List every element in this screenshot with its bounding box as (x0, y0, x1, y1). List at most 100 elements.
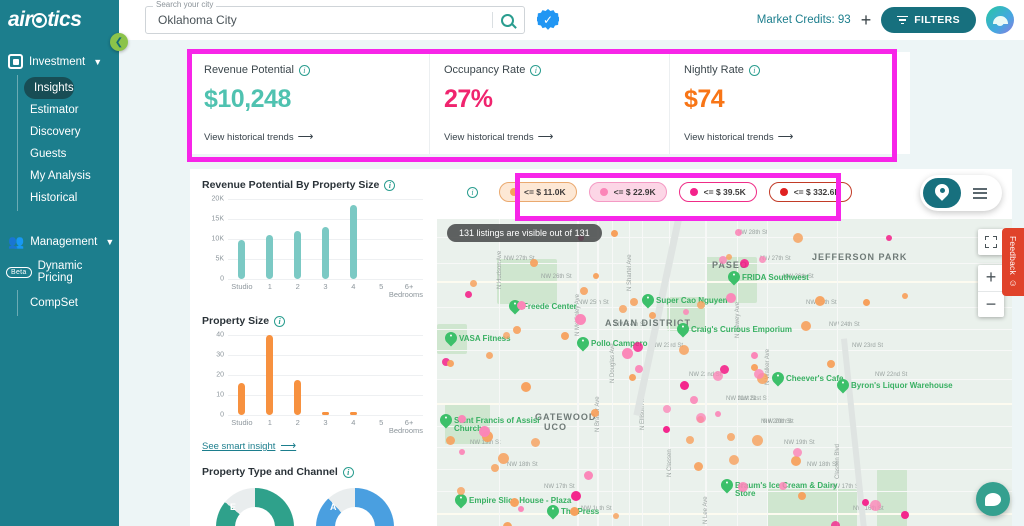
info-icon[interactable]: i (748, 64, 760, 76)
map-listing-dot[interactable] (583, 470, 593, 480)
map-listing-dot[interactable] (612, 512, 619, 519)
avatar[interactable] (986, 6, 1014, 34)
info-icon[interactable]: i (274, 315, 286, 327)
map-poi-label[interactable]: Freede Center (523, 302, 577, 311)
kpi-card-revenue-potential[interactable]: Revenue Potential i $10,248 View histori… (190, 52, 430, 154)
map-poi-label[interactable]: Saint Francis of Assisi Church (454, 416, 559, 434)
map-poi-label[interactable]: Super Cao Nguyen (656, 296, 728, 305)
map-listing-dot[interactable] (464, 291, 472, 298)
plus-icon[interactable]: + (861, 11, 872, 29)
map-poi-label[interactable]: Byron's Liquor Warehouse (851, 381, 953, 390)
donut-property-type[interactable]: E (216, 488, 294, 526)
kpi-historical-trends-link[interactable]: View historical trends ⟶ (684, 132, 793, 144)
map-listing-dot[interactable] (611, 229, 619, 237)
kpi-historical-trends-link[interactable]: View historical trends ⟶ (204, 132, 313, 144)
info-icon[interactable]: i (530, 64, 542, 76)
map-listing-dot[interactable] (590, 408, 599, 417)
list-view-button[interactable] (961, 178, 999, 208)
map-listing-dot[interactable] (458, 449, 465, 456)
map-listing-dot[interactable] (469, 280, 477, 288)
search-input[interactable] (156, 12, 492, 28)
map-poi-pin[interactable]: • (509, 300, 521, 315)
map-poi-pin[interactable]: • (677, 323, 689, 338)
map-listing-dot[interactable] (792, 447, 802, 457)
chart-bar[interactable] (238, 383, 246, 415)
map-listing-dot[interactable] (531, 437, 541, 447)
app-logo[interactable]: air tics (0, 0, 119, 40)
sidebar-collapse-button[interactable]: ❮ (110, 33, 128, 51)
map-poi-pin[interactable]: • (455, 494, 467, 509)
map-poi-label[interactable]: Cheever's Cafe (786, 374, 844, 383)
info-icon[interactable]: i (342, 466, 354, 478)
map-canvas[interactable]: NW 28th StNW 28th StNW 27th StNW 27th St… (437, 219, 1012, 526)
sidebar-item-my-analysis[interactable]: My Analysis (18, 165, 119, 187)
info-icon[interactable]: i (298, 64, 310, 76)
map-listing-dot[interactable] (682, 308, 689, 315)
map-legend-chip[interactable]: <= $ 39.5K (678, 182, 757, 202)
map-poi-pin[interactable]: • (837, 379, 849, 394)
map-poi-pin[interactable]: • (772, 372, 784, 387)
verified-badge-icon[interactable]: ✓ (537, 9, 559, 30)
sidebar-item-compset[interactable]: CompSet (18, 292, 119, 314)
map-poi-pin[interactable]: • (577, 337, 589, 352)
map-legend-chip[interactable]: <= $ 332.6K (768, 182, 852, 202)
map-listing-dot[interactable] (457, 486, 466, 495)
info-icon[interactable]: i (467, 187, 478, 198)
map-listing-dot[interactable] (520, 381, 531, 392)
donut-channel[interactable]: A (316, 488, 394, 526)
map-listing-dot[interactable] (815, 295, 826, 306)
map-listing-dot[interactable] (486, 351, 494, 359)
chart-bar[interactable] (266, 335, 274, 415)
sidebar-group-management[interactable]: 👥 Management ▼ (0, 229, 119, 254)
map-listing-dot[interactable] (635, 364, 643, 373)
map-poi-pin[interactable]: • (642, 294, 654, 309)
map-listing-dot[interactable] (490, 463, 499, 472)
feedback-tab[interactable]: Feedback ☺ (1002, 228, 1024, 296)
map-listing-dot[interactable] (679, 380, 689, 390)
map-listing-dot[interactable] (886, 234, 892, 241)
map-listing-dot[interactable] (900, 511, 909, 520)
search-box[interactable] (145, 6, 525, 34)
map-poi-label[interactable]: Craig's Curious Emporium (691, 325, 792, 334)
map-listing-dot[interactable] (750, 352, 758, 360)
chart-bar[interactable] (322, 412, 329, 415)
map-listing-dot[interactable] (513, 325, 521, 334)
map-listing-dot[interactable] (800, 321, 811, 332)
map-poi-pin[interactable]: • (721, 479, 733, 494)
sidebar-item-discovery[interactable]: Discovery (18, 121, 119, 143)
kpi-card-nightly-rate[interactable]: Nightly Rate i $74 View historical trend… (670, 52, 910, 154)
map-listing-dot[interactable] (629, 298, 638, 307)
chart-bar[interactable] (294, 230, 302, 279)
sidebar-item-insights[interactable]: Insights (18, 77, 119, 99)
map-view-button[interactable] (923, 178, 961, 208)
chart-bar[interactable] (349, 412, 357, 415)
map-listing-dot[interactable] (739, 258, 749, 268)
map-legend-chip[interactable]: <= $ 22.9K (588, 182, 667, 202)
map-fullscreen-button[interactable] (978, 229, 1004, 255)
kpi-card-occupancy-rate[interactable]: Occupancy Rate i 27% View historical tre… (430, 52, 670, 154)
map-listing-dot[interactable] (778, 482, 787, 491)
sidebar-item-historical[interactable]: Historical (18, 187, 119, 209)
map-listing-dot[interactable] (726, 253, 733, 260)
map-listing-dot[interactable] (678, 344, 689, 355)
map-listing-dot[interactable] (714, 410, 721, 417)
chart-bar[interactable] (266, 235, 274, 279)
chart-bar[interactable] (238, 239, 246, 279)
map-listing-dot[interactable] (753, 369, 764, 379)
sidebar-item-estimator[interactable]: Estimator (18, 99, 119, 121)
sidebar-item-guests[interactable]: Guests (18, 143, 119, 165)
map-listing-dot[interactable] (726, 292, 737, 303)
map-listing-dot[interactable] (712, 370, 723, 381)
map-poi-pin[interactable]: • (440, 414, 452, 429)
map-listing-dot[interactable] (648, 312, 656, 320)
map-listing-dot[interactable] (695, 413, 706, 424)
chart-bar[interactable] (349, 205, 357, 279)
map-poi-label[interactable]: Braum's Ice Cream & Dairy Store (735, 481, 840, 499)
map-listing-dot[interactable] (502, 331, 510, 339)
sidebar-item-dynamic-pricing[interactable]: Beta Dynamic Pricing (0, 254, 119, 290)
map-listing-dot[interactable] (446, 360, 454, 368)
search-icon[interactable] (501, 13, 514, 27)
map-listing-dot[interactable] (751, 434, 763, 446)
map-poi-label[interactable]: The Press (561, 507, 599, 516)
map-poi-label[interactable]: FRIDA Southwest (742, 273, 809, 282)
